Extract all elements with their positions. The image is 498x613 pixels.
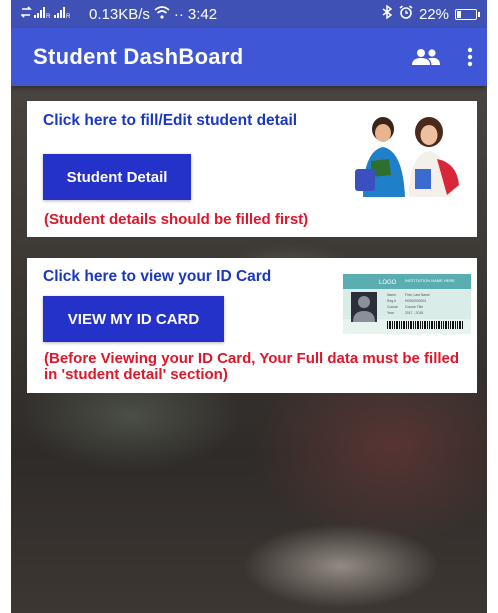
id-institution: INSTITUTION NAME HERE	[405, 278, 455, 283]
battery-percent: 22%	[418, 5, 449, 23]
people-icon[interactable]	[411, 48, 441, 66]
id-row-label: Reg #	[387, 299, 396, 303]
svg-text:R: R	[46, 14, 51, 19]
battery-level	[457, 10, 461, 18]
network-speed: 0.13KB/s	[89, 5, 150, 23]
battery-icon	[455, 8, 480, 20]
phone-screen: R R 0.13KB/s ·· 3:42 22% Student DashBoa…	[11, 0, 487, 613]
alarm-icon	[399, 5, 413, 23]
svg-text:R: R	[66, 14, 71, 19]
status-time: 3:42	[187, 5, 218, 23]
id-row-label: Course	[387, 305, 398, 309]
id-row-label: Year	[387, 311, 395, 315]
id-card-image: LOGO INSTITUTION NAME HERE Name First, L…	[343, 274, 471, 334]
app-bar: Student DashBoard	[11, 28, 487, 86]
id-card-card: Click here to view your ID Card VIEW MY …	[27, 258, 477, 393]
id-row-label: Name	[387, 293, 396, 297]
student-detail-card: Click here to fill/Edit student detail S…	[27, 101, 477, 237]
id-logo: LOGO	[379, 280, 397, 286]
students-illustration	[355, 117, 459, 197]
status-dots: ··	[173, 5, 184, 23]
view-id-card-button[interactable]: VIEW MY ID CARD	[43, 296, 224, 342]
student-detail-heading: Click here to fill/Edit student detail	[43, 112, 298, 129]
status-bar: R R 0.13KB/s ·· 3:42 22%	[11, 0, 487, 28]
id-row-value: First, Last Name	[405, 293, 430, 297]
id-row-value: Course Title	[405, 305, 423, 309]
id-card-heading: Click here to view your ID Card	[43, 268, 272, 285]
student-detail-note: (Student details should be filled first)	[44, 211, 309, 228]
wifi-icon	[154, 5, 170, 23]
bluetooth-icon	[381, 4, 393, 23]
id-card-note: (Before Viewing your ID Card, Your Full …	[44, 350, 460, 383]
signal-icon: R R	[20, 5, 85, 23]
more-vert-icon[interactable]	[467, 47, 473, 67]
id-row-value: 2017 - 2018	[405, 311, 423, 315]
student-detail-button[interactable]: Student Detail	[43, 154, 191, 200]
id-row-value: H0000000001	[405, 299, 426, 303]
page-title: Student DashBoard	[33, 44, 244, 69]
